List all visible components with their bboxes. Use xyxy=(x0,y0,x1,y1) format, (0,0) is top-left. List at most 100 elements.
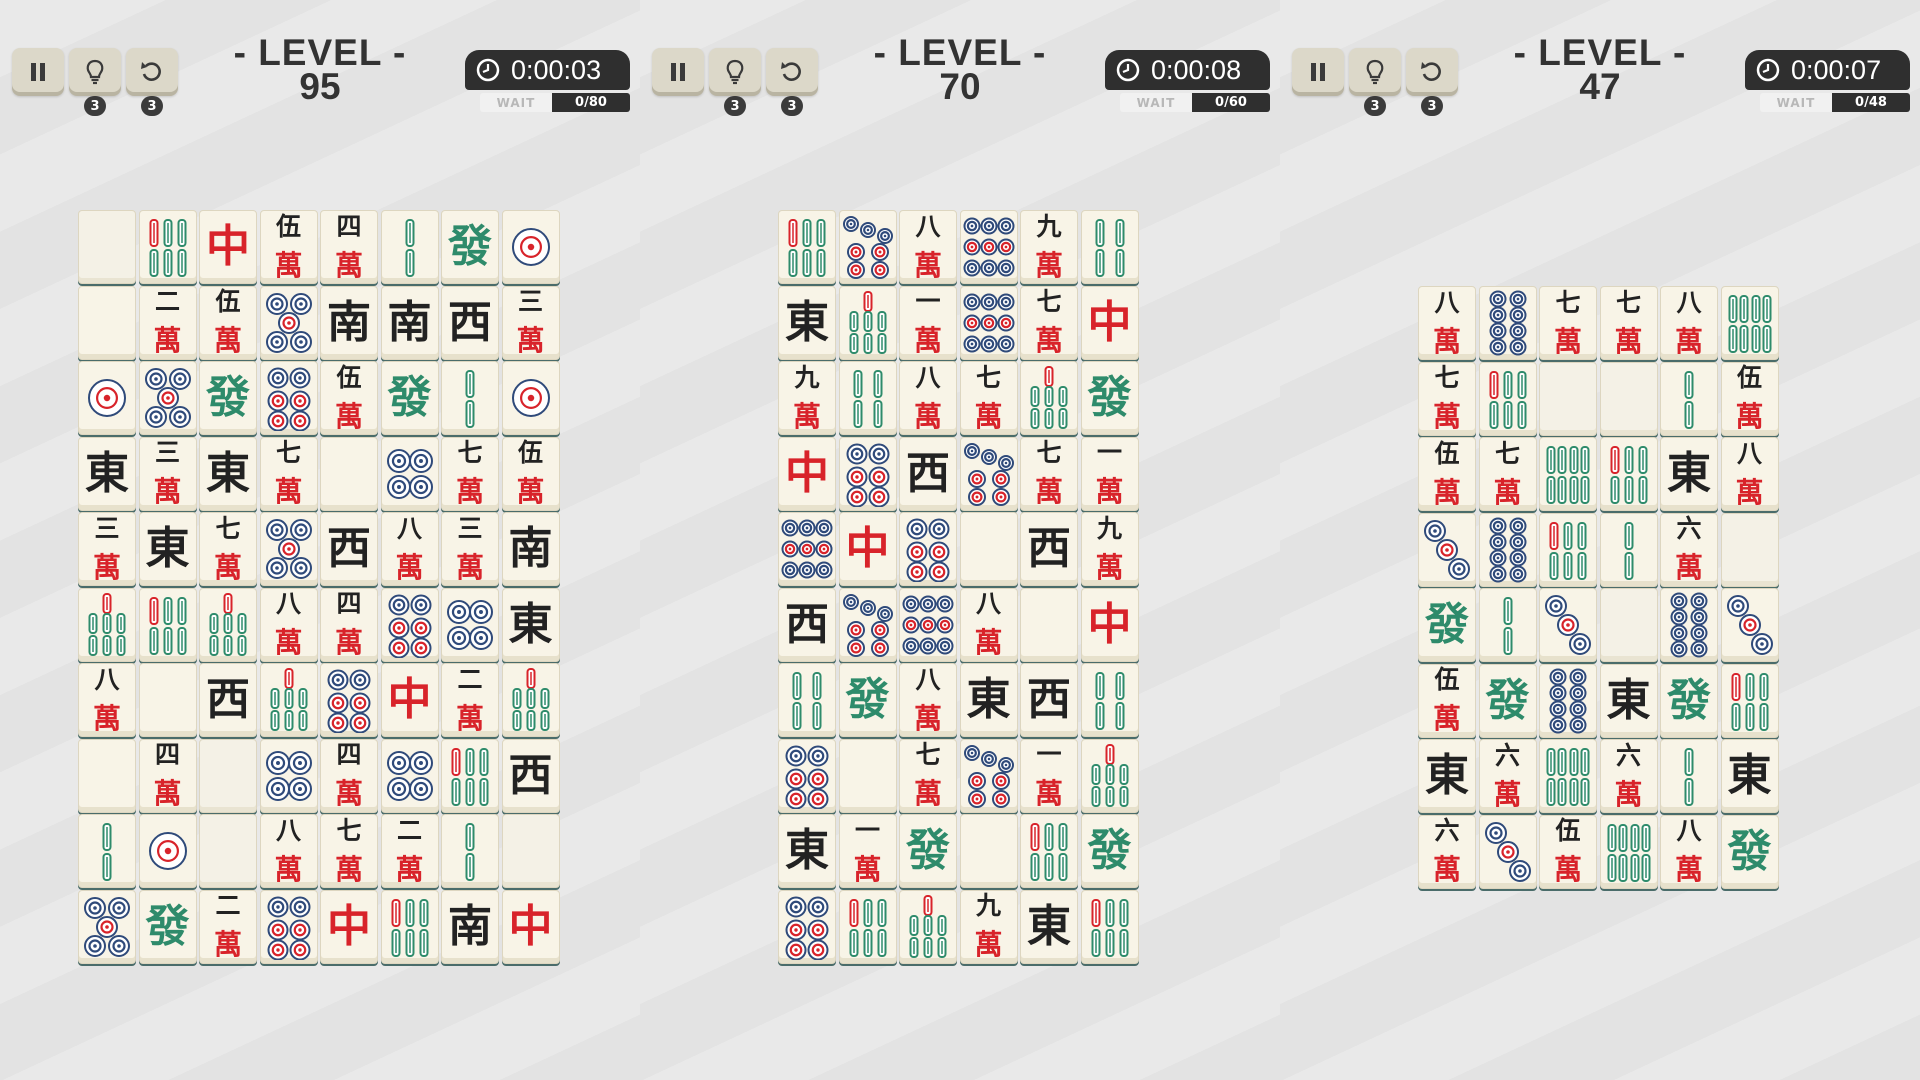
bamboo-6-tile[interactable] xyxy=(380,889,439,964)
circle-8-tile[interactable] xyxy=(1478,512,1537,587)
south-wind-tile[interactable]: 南 xyxy=(380,285,439,360)
green-dragon-tile[interactable]: 發 xyxy=(899,814,957,888)
character-8-tile[interactable]: 八萬 xyxy=(380,512,439,586)
circle-9-tile[interactable] xyxy=(959,285,1018,360)
character-5-tile[interactable]: 伍萬 xyxy=(501,436,560,511)
character-8-tile[interactable]: 八萬 xyxy=(1720,437,1779,511)
circle-7-tile[interactable] xyxy=(838,210,897,284)
circle-4-tile[interactable] xyxy=(259,738,318,813)
character-7-tile[interactable]: 七萬 xyxy=(899,738,957,813)
circle-3-tile[interactable] xyxy=(1418,512,1476,587)
character-6-tile[interactable]: 六萬 xyxy=(1418,814,1476,889)
bamboo-6-tile[interactable] xyxy=(1020,814,1078,888)
bamboo-8-tile[interactable] xyxy=(1720,286,1779,360)
bamboo-6-tile[interactable] xyxy=(838,889,897,964)
bamboo-one-bird-tile[interactable] xyxy=(320,436,378,511)
character-9-tile[interactable]: 九萬 xyxy=(1020,210,1078,284)
circle-5-tile[interactable] xyxy=(259,285,318,360)
circle-7-tile[interactable] xyxy=(959,738,1018,813)
bamboo-2-tile[interactable] xyxy=(1660,361,1718,436)
bamboo-7-tile[interactable] xyxy=(899,889,957,964)
character-5-tile[interactable]: 伍萬 xyxy=(199,285,257,360)
bamboo-6-tile[interactable] xyxy=(1478,361,1537,436)
circle-3-tile[interactable] xyxy=(1720,588,1779,662)
green-dragon-tile[interactable]: 發 xyxy=(838,663,897,737)
circle-1-tile[interactable] xyxy=(501,210,560,284)
bamboo-7-tile[interactable] xyxy=(78,587,136,662)
west-wind-tile[interactable]: 西 xyxy=(899,436,957,511)
character-3-tile[interactable]: 三萬 xyxy=(441,512,499,586)
east-wind-tile[interactable]: 東 xyxy=(1020,889,1078,964)
character-4-tile[interactable]: 四萬 xyxy=(138,738,197,813)
bamboo-2-tile[interactable] xyxy=(441,361,499,435)
character-5-tile[interactable]: 伍萬 xyxy=(259,210,318,284)
undo-button[interactable] xyxy=(126,48,178,96)
red-dragon-tile[interactable]: 中 xyxy=(380,663,439,737)
bamboo-6-tile[interactable] xyxy=(1720,663,1779,738)
red-dragon-tile[interactable]: 中 xyxy=(199,210,257,284)
green-dragon-tile[interactable]: 發 xyxy=(199,361,257,435)
circle-8-tile[interactable] xyxy=(1478,286,1537,360)
character-3-tile[interactable]: 三萬 xyxy=(138,436,197,511)
circle-9-tile[interactable] xyxy=(778,512,836,586)
west-wind-tile[interactable]: 西 xyxy=(199,663,257,737)
circle-6-tile[interactable] xyxy=(838,436,897,511)
red-dragon-tile[interactable]: 中 xyxy=(320,889,378,964)
bamboo-6-tile[interactable] xyxy=(1599,437,1658,511)
east-wind-tile[interactable]: 東 xyxy=(1599,663,1658,738)
east-wind-tile[interactable]: 東 xyxy=(1720,739,1779,813)
character-6-tile[interactable]: 六萬 xyxy=(1599,739,1658,813)
character-5-tile[interactable]: 伍萬 xyxy=(1418,437,1476,511)
east-wind-tile[interactable]: 東 xyxy=(138,512,197,586)
north-wind-tile[interactable] xyxy=(959,814,1018,888)
bamboo-6-tile[interactable] xyxy=(1080,889,1139,964)
character-8-tile[interactable]: 八萬 xyxy=(1660,814,1718,889)
character-7-tile[interactable]: 七萬 xyxy=(1599,286,1658,360)
red-dragon-tile[interactable]: 中 xyxy=(1080,285,1139,360)
bamboo-6-tile[interactable] xyxy=(138,210,197,284)
red-dragon-tile[interactable]: 中 xyxy=(501,889,560,964)
character-7-tile[interactable]: 七萬 xyxy=(199,512,257,586)
east-wind-tile[interactable]: 東 xyxy=(78,436,136,511)
hint-button[interactable] xyxy=(1349,48,1401,96)
circle-7-tile[interactable] xyxy=(959,436,1018,511)
empty-tile-slot[interactable] xyxy=(1720,512,1779,587)
character-8-tile[interactable]: 八萬 xyxy=(899,361,957,435)
character-9-tile[interactable]: 九萬 xyxy=(778,361,836,435)
circle-6-tile[interactable] xyxy=(259,889,318,964)
undo-button[interactable] xyxy=(1406,48,1458,96)
empty-tile-slot[interactable] xyxy=(199,738,257,813)
empty-tile-slot[interactable] xyxy=(501,814,560,888)
circle-4-tile[interactable] xyxy=(380,738,439,813)
character-7-tile[interactable]: 七萬 xyxy=(441,436,499,511)
character-1-tile[interactable]: 一萬 xyxy=(1080,436,1139,511)
character-8-tile[interactable]: 八萬 xyxy=(1660,286,1718,360)
empty-tile-slot[interactable] xyxy=(1539,361,1597,436)
bamboo-4-tile[interactable] xyxy=(1080,663,1139,737)
south-wind-tile[interactable]: 南 xyxy=(320,285,378,360)
bamboo-7-tile[interactable] xyxy=(259,663,318,737)
bamboo-7-tile[interactable] xyxy=(1020,361,1078,435)
green-dragon-tile[interactable]: 發 xyxy=(1660,663,1718,738)
character-8-tile[interactable]: 八萬 xyxy=(959,587,1018,662)
character-7-tile[interactable]: 七萬 xyxy=(959,361,1018,435)
south-wind-tile[interactable]: 南 xyxy=(501,512,560,586)
character-8-tile[interactable]: 八萬 xyxy=(78,663,136,737)
empty-tile-slot[interactable] xyxy=(199,814,257,888)
circle-1-tile[interactable] xyxy=(501,361,560,435)
character-8-tile[interactable]: 八萬 xyxy=(259,814,318,888)
west-wind-tile[interactable]: 西 xyxy=(778,587,836,662)
bamboo-4-tile[interactable] xyxy=(1080,210,1139,284)
character-7-tile[interactable]: 七萬 xyxy=(1478,437,1537,511)
character-6-tile[interactable]: 六萬 xyxy=(1660,512,1718,587)
character-1-tile[interactable]: 一萬 xyxy=(1020,738,1078,813)
circle-4-tile[interactable] xyxy=(380,436,439,511)
character-3-tile[interactable]: 三萬 xyxy=(78,512,136,586)
bamboo-7-tile[interactable] xyxy=(501,663,560,737)
circle-1-tile[interactable] xyxy=(78,361,136,435)
hint-button[interactable] xyxy=(69,48,121,96)
character-2-tile[interactable]: 二萬 xyxy=(199,889,257,964)
character-2-tile[interactable]: 二萬 xyxy=(138,285,197,360)
bamboo-4-tile[interactable] xyxy=(838,361,897,435)
empty-tile-slot[interactable] xyxy=(1599,361,1658,436)
